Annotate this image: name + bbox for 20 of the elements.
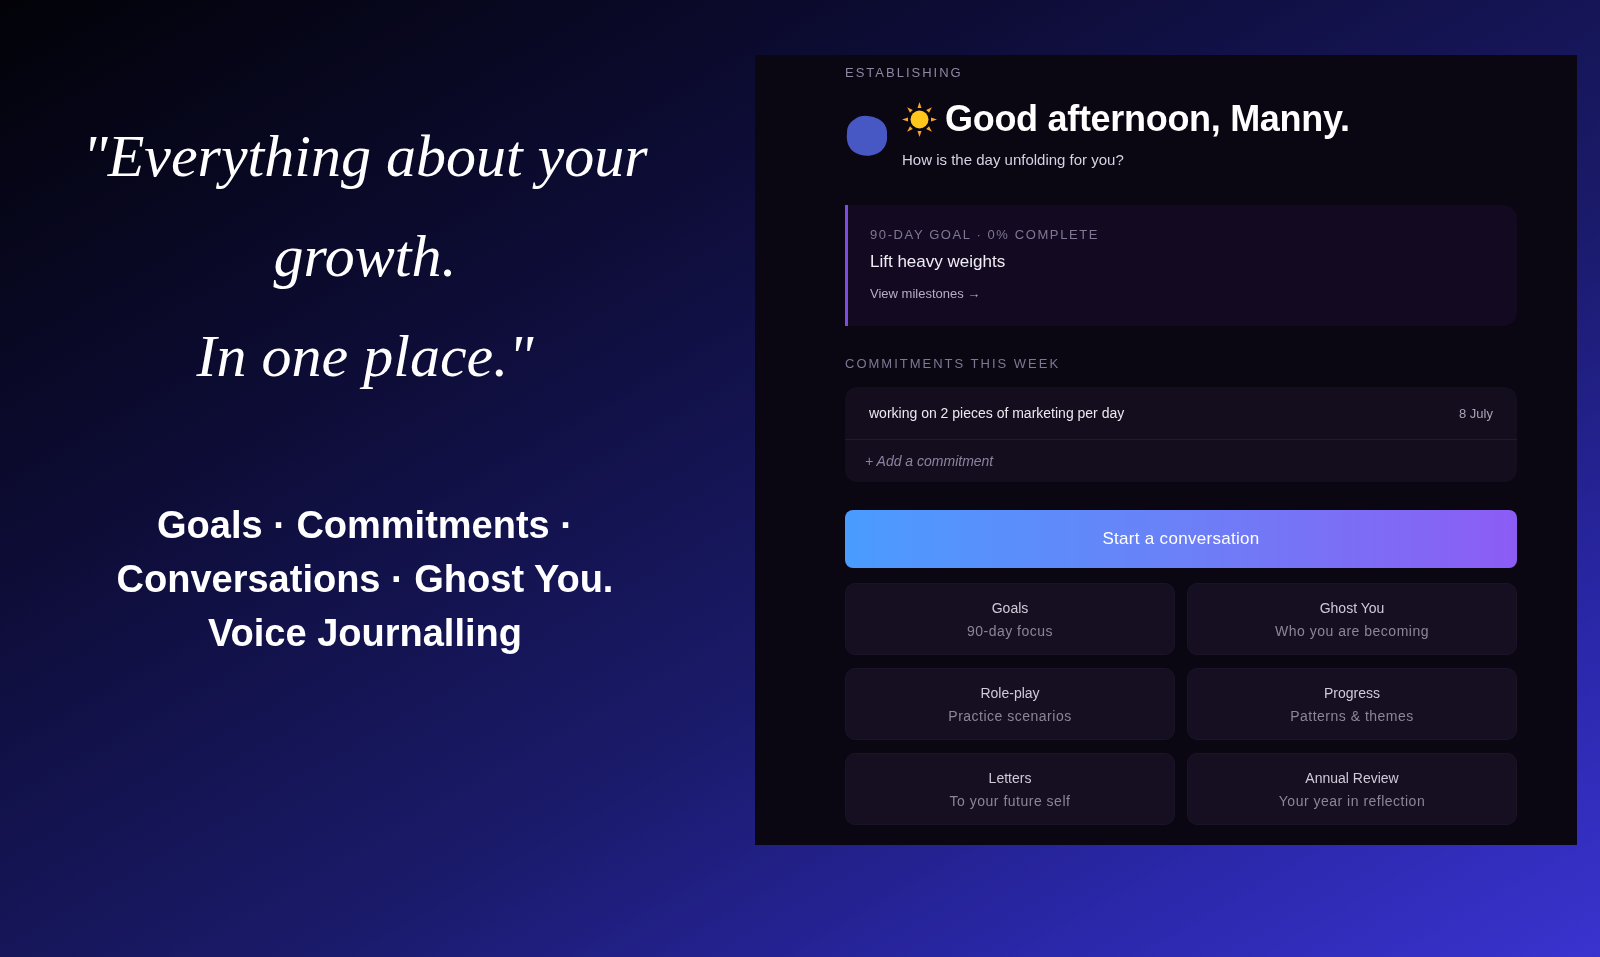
shortcut-card[interactable]: Ghost You Who you are becoming [1187, 583, 1517, 655]
shortcut-card[interactable]: Letters To your future self [845, 753, 1175, 825]
quote-text: "Everything about your growth. In one place." [82, 122, 648, 391]
goal-meta-label: 90-DAY GOAL · 0% COMPLETE [870, 227, 1100, 243]
commitments-heading: COMMITMENTS THIS WEEK [845, 356, 1062, 372]
shortcut-card[interactable]: Annual Review Your year in reflection [1187, 753, 1517, 825]
shortcut-card[interactable]: Progress Patterns & themes [1187, 668, 1517, 740]
add-commitment-button[interactable]: + Add a commitment [845, 440, 1014, 482]
shortcut-card[interactable]: Role-play Practice scenarios [845, 668, 1175, 740]
commitment-text: working on 2 pieces of marketing per day [869, 405, 1125, 421]
commitment-date: 8 July [1459, 405, 1493, 421]
sun-icon [902, 101, 937, 137]
goal-title: Lift heavy weights [870, 252, 1006, 272]
stage-label: ESTABLISHING [845, 65, 964, 81]
shortcut-card[interactable]: Goals 90-day focus [845, 583, 1175, 655]
greeting-subtitle: How is the day unfolding for you? [902, 151, 1125, 169]
blob-icon [845, 113, 889, 157]
greeting-heading: Good afternoon, Manny. [945, 99, 1350, 139]
view-milestones-link[interactable]: View milestones → [870, 286, 981, 302]
feature-list-text: Goals · Commitments · Conversations · Ghost You. Voice Journalling [116, 503, 614, 656]
